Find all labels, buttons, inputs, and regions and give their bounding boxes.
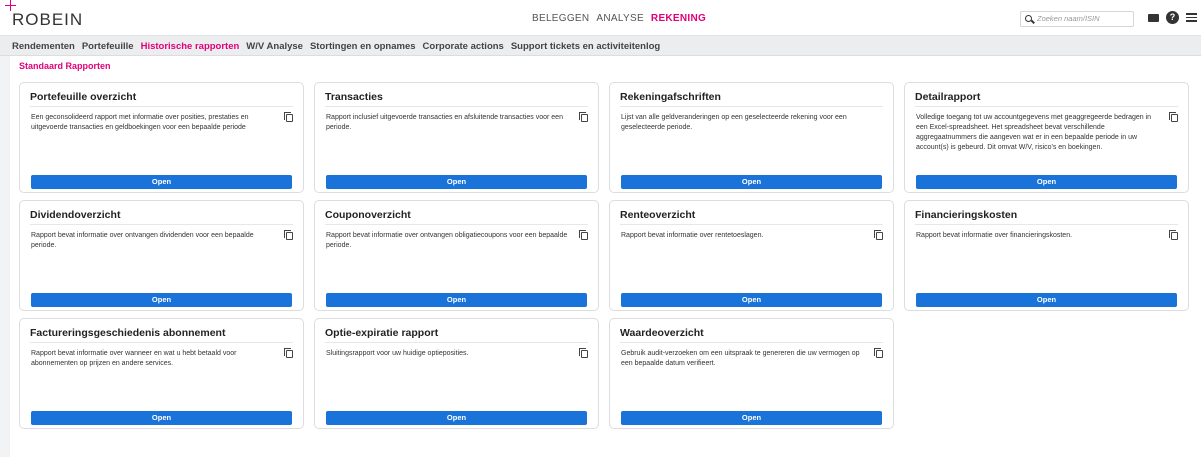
card-description: Rapport inclusief uitgevoerde transactie…	[326, 114, 563, 131]
copy-icon[interactable]	[874, 348, 883, 358]
divider	[30, 106, 293, 107]
report-card: Couponoverzicht Rapport bevat informatie…	[314, 200, 599, 311]
tab-stortingen-en-opnames[interactable]: Stortingen en opnames	[310, 41, 416, 52]
card-description: Rapport bevat informatie over financieri…	[916, 232, 1073, 239]
divider	[325, 106, 588, 107]
tab-portefeuille[interactable]: Portefeuille	[82, 41, 134, 52]
report-card: Financieringskosten Rapport bevat inform…	[904, 200, 1189, 311]
divider	[620, 224, 883, 225]
main-content: Standaard Rapporten Portefeuille overzic…	[10, 56, 1201, 457]
divider	[620, 106, 883, 107]
card-description: Lijst van alle geldveranderingen op een …	[621, 114, 847, 131]
tab-support-tickets[interactable]: Support tickets en activiteitenlog	[511, 41, 660, 52]
tab-rendementen[interactable]: Rendementen	[12, 41, 75, 52]
card-description: Sluitingsrapport voor uw huidige optiepo…	[326, 350, 469, 357]
copy-icon[interactable]	[1169, 230, 1178, 240]
section-title: Standaard Rapporten	[19, 61, 111, 71]
card-title: Dividendoverzicht	[30, 209, 121, 221]
open-button[interactable]: Open	[326, 175, 587, 189]
divider	[325, 342, 588, 343]
divider	[325, 224, 588, 225]
open-button[interactable]: Open	[326, 293, 587, 307]
top-bar: ROBEIN BELEGGEN ANALYSE REKENING Zoeken …	[0, 0, 1201, 36]
open-button[interactable]: Open	[621, 293, 882, 307]
report-card: Dividendoverzicht Rapport bevat informat…	[19, 200, 304, 311]
card-title: Couponoverzicht	[325, 209, 411, 221]
card-title: Factureringsgeschiedenis abonnement	[30, 327, 226, 339]
open-button[interactable]: Open	[916, 175, 1177, 189]
open-button[interactable]: Open	[31, 293, 292, 307]
divider	[620, 342, 883, 343]
open-button[interactable]: Open	[31, 175, 292, 189]
card-title: Rekeningafschriften	[620, 91, 721, 103]
divider	[30, 342, 293, 343]
report-card: Detailrapport Volledige toegang tot uw a…	[904, 82, 1189, 193]
copy-icon[interactable]	[579, 348, 588, 358]
open-button[interactable]: Open	[326, 411, 587, 425]
sub-nav: Rendementen Portefeuille Historische rap…	[0, 36, 1201, 56]
card-title: Optie-expiratie rapport	[325, 327, 439, 339]
copy-icon[interactable]	[284, 348, 293, 358]
report-card: Optie-expiratie rapport Sluitingsrapport…	[314, 318, 599, 429]
card-description: Rapport bevat informatie over ontvangen …	[31, 232, 254, 249]
open-button[interactable]: Open	[621, 411, 882, 425]
copy-icon[interactable]	[1169, 112, 1178, 122]
report-card: Factureringsgeschiedenis abonnement Rapp…	[19, 318, 304, 429]
report-card: Portefeuille overzicht Een geconsolideer…	[19, 82, 304, 193]
nav-beleggen[interactable]: BELEGGEN	[532, 13, 589, 24]
menu-icon[interactable]	[1186, 13, 1197, 22]
report-card: Waardeoverzicht Gebruik audit-verzoeken …	[609, 318, 894, 429]
divider	[30, 224, 293, 225]
divider	[915, 106, 1178, 107]
copy-icon[interactable]	[284, 230, 293, 240]
copy-icon[interactable]	[874, 230, 883, 240]
card-title: Waardeoverzicht	[620, 327, 704, 339]
copy-icon[interactable]	[284, 112, 293, 122]
open-button[interactable]: Open	[621, 175, 882, 189]
main-nav: BELEGGEN ANALYSE REKENING	[532, 13, 706, 24]
open-button[interactable]: Open	[916, 293, 1177, 307]
open-button[interactable]: Open	[31, 411, 292, 425]
card-description: Rapport bevat informatie over ontvangen …	[326, 232, 568, 249]
divider	[915, 224, 1178, 225]
card-title: Renteoverzicht	[620, 209, 696, 221]
card-description: Volledige toegang tot uw accountgegevens…	[916, 114, 1152, 151]
report-card: Rekeningafschriften Lijst van alle geldv…	[609, 82, 894, 193]
help-icon[interactable]: ?	[1166, 11, 1179, 24]
report-card: Renteoverzicht Rapport bevat informatie …	[609, 200, 894, 311]
card-title: Financieringskosten	[915, 209, 1018, 221]
tab-historische-rapporten[interactable]: Historische rapporten	[141, 41, 240, 52]
card-description: Gebruik audit-verzoeken om een uitspraak…	[621, 350, 860, 367]
search-input[interactable]: Zoeken naam/ISIN	[1020, 11, 1134, 27]
mail-icon[interactable]	[1148, 14, 1159, 22]
copy-icon[interactable]	[579, 112, 588, 122]
card-description: Rapport bevat informatie over rentetoesl…	[621, 232, 764, 239]
report-card: Transacties Rapport inclusief uitgevoerd…	[314, 82, 599, 193]
tab-corporate-actions[interactable]: Corporate actions	[423, 41, 504, 52]
card-title: Detailrapport	[915, 91, 981, 103]
card-title: Transacties	[325, 91, 383, 103]
nav-analyse[interactable]: ANALYSE	[596, 13, 644, 24]
search-icon	[1025, 15, 1032, 22]
card-description: Rapport bevat informatie over wanneer en…	[31, 350, 237, 367]
copy-icon[interactable]	[579, 230, 588, 240]
nav-rekening[interactable]: REKENING	[651, 13, 706, 24]
logo[interactable]: ROBEIN	[12, 10, 83, 30]
card-description: Een geconsolideerd rapport met informati…	[31, 114, 249, 131]
tab-wv-analyse[interactable]: W/V Analyse	[246, 41, 303, 52]
card-title: Portefeuille overzicht	[30, 91, 137, 103]
